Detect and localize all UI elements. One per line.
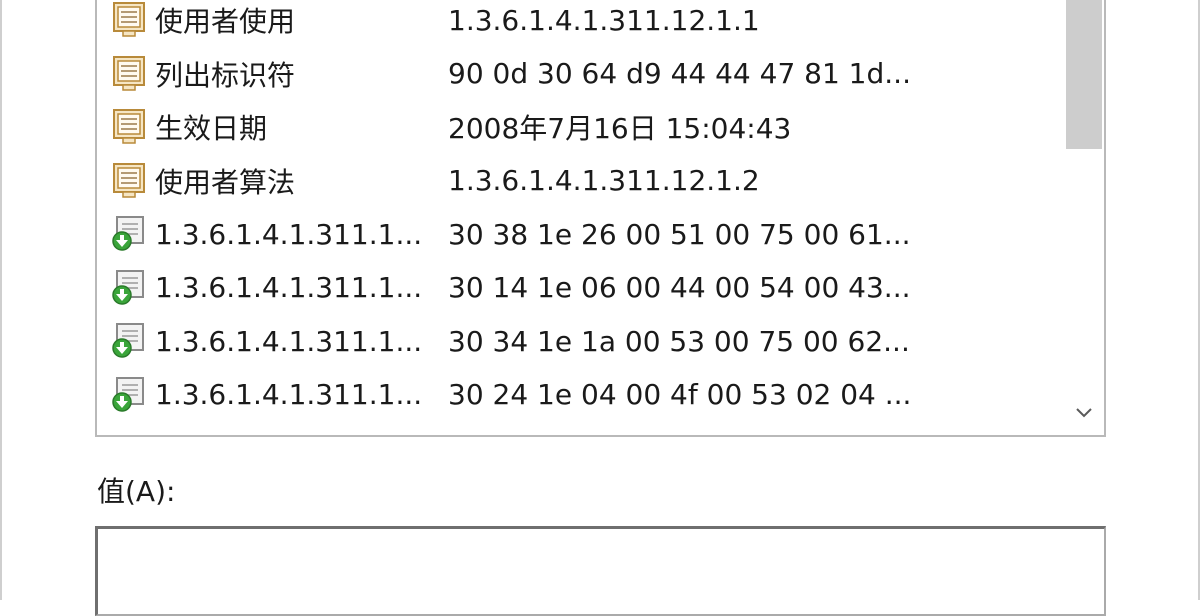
list-row[interactable]: 生效日期 2008年7月16日 15:04:43 xyxy=(97,101,1064,153)
row-field-name: 使用者算法 xyxy=(155,165,296,199)
chevron-down-icon xyxy=(1076,408,1092,418)
extension-icon xyxy=(109,319,149,363)
extension-icon xyxy=(109,266,149,310)
row-field-name: 1.3.6.1.4.1.311.1... xyxy=(155,217,423,251)
list-row[interactable]: 1.3.6.1.4.1.311.1... 30 34 1e 1a 00 53 00… xyxy=(97,315,1064,367)
details-rows: 使用者使用 1.3.6.1.4.1.311.12.1.1 列出标识符 90 0d 30… xyxy=(97,0,1064,435)
row-field-value: 30 24 1e 04 00 4f 00 53 02 04 ... xyxy=(448,378,912,411)
row-field-value: 30 38 1e 26 00 51 00 75 00 61... xyxy=(448,217,911,251)
row-field-value: 90 0d 30 64 d9 44 44 47 81 1d... xyxy=(448,57,911,90)
window-left-edge xyxy=(0,0,2,600)
details-list[interactable]: 使用者使用 1.3.6.1.4.1.311.12.1.1 列出标识符 90 0d 30… xyxy=(95,0,1106,437)
row-field-value: 30 34 1e 1a 00 53 00 75 00 62... xyxy=(448,324,910,358)
row-field-name: 1.3.6.1.4.1.311.1... xyxy=(155,378,423,411)
row-field-name: 1.3.6.1.4.1.311.1... xyxy=(155,271,423,304)
row-field-name: 1.3.6.1.4.1.311.1... xyxy=(155,324,423,358)
list-row[interactable]: 1.3.6.1.4.1.311.1... 30 38 1e 26 00 51 00… xyxy=(97,208,1064,260)
row-field-name: 生效日期 xyxy=(155,112,268,145)
list-row[interactable]: 1.3.6.1.4.1.311.1... 30 14 1e 06 00 44 00… xyxy=(97,262,1064,314)
vertical-scrollbar[interactable] xyxy=(1064,0,1104,435)
row-field-value: 30 14 1e 06 00 44 00 54 00 43... xyxy=(448,271,911,304)
scroll-down-button[interactable] xyxy=(1064,397,1104,427)
row-field-name: 列出标识符 xyxy=(155,58,296,92)
value-label: 值(A): xyxy=(97,475,176,508)
list-row[interactable]: 使用者使用 1.3.6.1.4.1.311.12.1.1 xyxy=(97,0,1064,46)
property-icon xyxy=(109,159,149,203)
row-field-value: 1.3.6.1.4.1.311.12.1.1 xyxy=(448,3,760,37)
row-field-value: 2008年7月16日 15:04:43 xyxy=(448,112,792,145)
property-icon xyxy=(109,105,149,149)
extension-icon xyxy=(109,373,149,417)
list-row[interactable]: 使用者算法 1.3.6.1.4.1.311.12.1.2 xyxy=(97,155,1064,207)
extension-icon xyxy=(109,212,149,256)
row-field-value: 1.3.6.1.4.1.311.12.1.2 xyxy=(448,164,760,197)
list-row[interactable]: 1.3.6.1.4.1.311.1... 30 24 1e 04 00 4f 00… xyxy=(97,369,1064,421)
value-textarea[interactable] xyxy=(95,526,1106,616)
list-row[interactable]: 列出标识符 90 0d 30 64 d9 44 44 47 81 1d... xyxy=(97,48,1064,100)
property-icon xyxy=(109,0,149,42)
property-icon xyxy=(109,52,149,96)
row-field-name: 使用者使用 xyxy=(155,5,296,38)
scroll-thumb[interactable] xyxy=(1066,0,1102,149)
